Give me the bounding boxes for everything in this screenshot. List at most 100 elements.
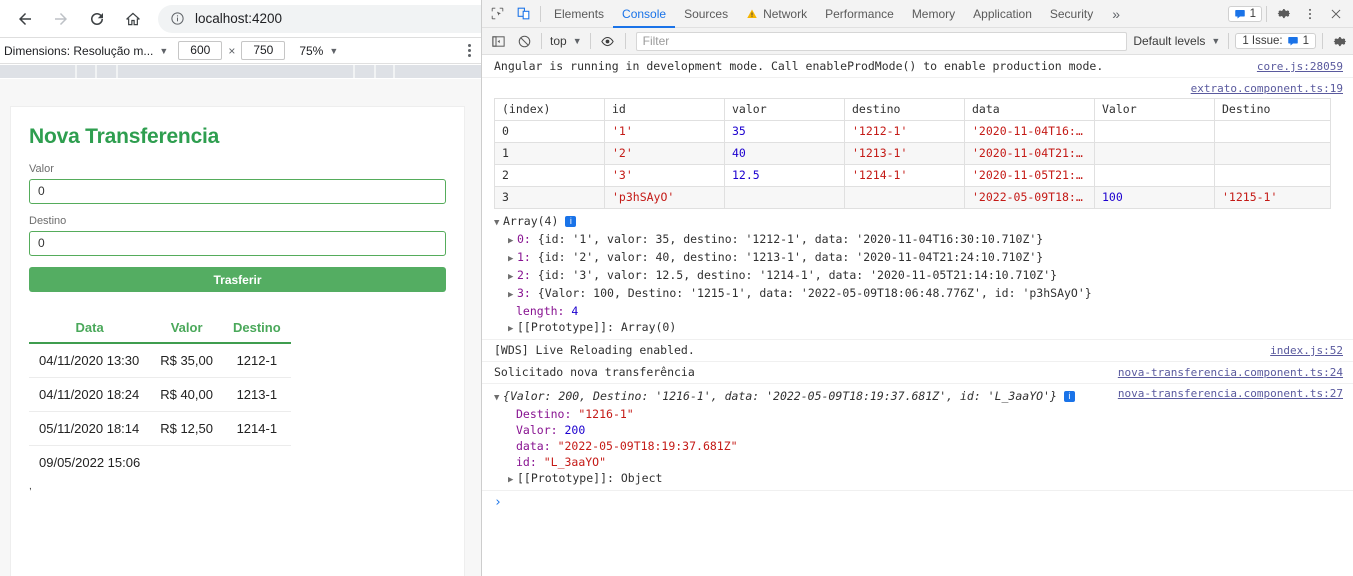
cell-destino: 1213-1 (222, 377, 291, 412)
valor-input[interactable]: 0 (29, 179, 446, 204)
expand-triangle-icon[interactable]: ▶ (508, 472, 517, 488)
prototype-value: Object (620, 471, 663, 485)
page-viewport: Nova Transferencia Valor 0 Destino 0 Tra… (0, 79, 481, 576)
tab-label: Memory (911, 6, 956, 21)
tab-label: Sources (684, 6, 729, 21)
prop-value: "2022-05-09T18:19:37.681Z" (557, 439, 738, 453)
console-table-header-row: (index) id valor destino data Valor Dest… (494, 98, 1331, 121)
array-tree-header[interactable]: ▼ Array(4) i (494, 213, 1345, 231)
cell-id: '3' (604, 164, 725, 187)
console-source-link[interactable]: nova-transferencia.component.ts:24 (1118, 365, 1343, 380)
device-width-input[interactable]: 600 (178, 41, 223, 60)
info-badge-icon[interactable]: i (565, 216, 577, 227)
issue-message-icon (1234, 9, 1245, 18)
close-icon[interactable] (1323, 1, 1349, 27)
cell-id: 'p3hSAyO' (604, 186, 725, 209)
cell-valor (150, 446, 223, 480)
devtools-tabbar: Elements Console Sources Network Perform… (482, 0, 1353, 28)
home-button[interactable] (118, 4, 148, 34)
transferir-button[interactable]: Trasferir (29, 267, 446, 292)
tab-elements[interactable]: Elements (545, 0, 613, 28)
array-prototype-row[interactable]: ▶ [[Prototype]]: Array(0) (494, 319, 1345, 337)
toggle-device-toolbar-icon[interactable] (510, 1, 536, 27)
expand-triangle-icon[interactable]: ▶ (508, 269, 517, 285)
console-filter-bar: top ▼ Filter Default levels ▼ 1 Issue: 1 (482, 28, 1353, 55)
console-output[interactable]: Angular is running in development mode. … (482, 56, 1353, 576)
reload-button[interactable] (82, 4, 112, 34)
issues-count: 1 (1249, 7, 1256, 20)
destino-input[interactable]: 0 (29, 231, 446, 256)
gear-icon[interactable] (1271, 1, 1297, 27)
console-levels-select[interactable]: Default levels ▼ (1133, 34, 1220, 48)
array-item[interactable]: ▶ 3: {Valor: 100, Destino: '1215-1', data… (494, 285, 1345, 303)
cell-valor: 40 (724, 142, 845, 165)
console-source-link[interactable]: nova-transferencia.component.ts:27 (1118, 386, 1343, 402)
issues-badge[interactable]: 1 (1227, 5, 1262, 22)
more-tabs-icon[interactable]: » (1102, 6, 1130, 22)
label-destino: Destino (29, 215, 67, 227)
device-more-options-icon[interactable] (468, 44, 471, 57)
cell-destino (223, 446, 291, 480)
clear-console-icon[interactable] (511, 28, 537, 54)
extrato-header-row: Data Valor Destino (29, 316, 291, 344)
object-summary-prefix: { (503, 389, 510, 403)
console-sidebar-icon[interactable] (485, 28, 511, 54)
back-button[interactable] (10, 4, 40, 34)
th-index: (index) (494, 98, 605, 121)
devtools-menu-icon[interactable] (1297, 1, 1323, 27)
stray-comma-artifact: , (29, 481, 32, 492)
cell-data: '2020-11-05T21:… (964, 164, 1095, 187)
console-context-select[interactable]: top ▼ (546, 34, 586, 48)
expand-triangle-icon[interactable]: ▶ (508, 321, 517, 337)
live-expression-icon[interactable] (595, 28, 621, 54)
tab-console[interactable]: Console (613, 0, 675, 28)
tab-performance[interactable]: Performance (816, 0, 903, 28)
console-source-link[interactable]: index.js:52 (1270, 343, 1343, 358)
array-item[interactable]: ▶ 0: {id: '1', valor: 35, destino: '1212-… (494, 231, 1345, 249)
expand-triangle-icon[interactable]: ▶ (508, 251, 517, 267)
devtools-toolbar-right: 1 (1227, 1, 1353, 27)
cell-index: 0 (494, 120, 605, 143)
console-settings-gear-icon[interactable] (1327, 28, 1353, 54)
console-issue-chip[interactable]: 1 Issue: 1 (1235, 33, 1316, 49)
tab-application[interactable]: Application (964, 0, 1041, 28)
expand-triangle-icon[interactable]: ▼ (494, 215, 503, 231)
info-circle-icon[interactable] (170, 11, 185, 26)
address-bar-url: localhost:4200 (195, 11, 283, 26)
tab-network[interactable]: Network (737, 0, 816, 28)
array-item-value: {Valor: 100, Destino: '1215-1', data: '2… (537, 286, 1092, 300)
prototype-value: Array(0) (620, 320, 677, 334)
expand-triangle-icon[interactable]: ▼ (494, 390, 503, 406)
extrato-col-data: Data (29, 316, 151, 344)
expand-triangle-icon[interactable]: ▶ (508, 287, 517, 303)
device-preset-select[interactable]: Dimensions: Resolução m... ▼ (4, 44, 168, 58)
object-prototype-row[interactable]: ▶ [[Prototype]]: Object (494, 470, 1345, 488)
console-filter-input[interactable]: Filter (635, 31, 1128, 51)
forward-button[interactable] (46, 4, 76, 34)
prop-key: Valor: (516, 423, 558, 437)
inspect-element-icon[interactable] (484, 1, 510, 27)
cell-data: 04/11/2020 13:30 (29, 343, 151, 378)
expand-triangle-icon[interactable]: ▶ (508, 233, 517, 249)
tab-memory[interactable]: Memory (903, 0, 964, 28)
object-prop: id: "L_3aaYO" (494, 454, 1345, 470)
extrato-table: Data Valor Destino 04/11/2020 13:30 R$ 3… (29, 316, 291, 479)
field-destino: Destino 0 (29, 215, 446, 256)
array-item[interactable]: ▶ 1: {id: '2', valor: 40, destino: '1213-… (494, 249, 1345, 267)
cell-Destino: '1215-1' (1214, 186, 1331, 209)
device-height-input[interactable]: 750 (241, 41, 286, 60)
tab-sources[interactable]: Sources (675, 0, 737, 28)
info-badge-icon[interactable]: i (1063, 391, 1075, 402)
cell-destino: '1212-1' (844, 120, 965, 143)
tab-security[interactable]: Security (1041, 0, 1102, 28)
console-source-link[interactable]: core.js:28059 (1257, 59, 1343, 74)
th-Destino: Destino (1214, 98, 1331, 121)
table-row: 04/11/2020 13:30 R$ 35,00 1212-1 (29, 343, 291, 378)
device-zoom-select[interactable]: 75% ▼ (299, 44, 338, 58)
object-prop: Destino: "1216-1" (494, 406, 1345, 422)
console-table: (index) id valor destino data Valor Dest… (494, 98, 1331, 209)
object-tree-header[interactable]: ▼ {Valor: 200, Destino: '1216-1', data: '… (494, 386, 1345, 406)
console-prompt[interactable]: › (482, 490, 1353, 514)
console-source-link[interactable]: extrato.component.ts:19 (1191, 81, 1343, 96)
array-item[interactable]: ▶ 2: {id: '3', valor: 12.5, destino: '121… (494, 267, 1345, 285)
